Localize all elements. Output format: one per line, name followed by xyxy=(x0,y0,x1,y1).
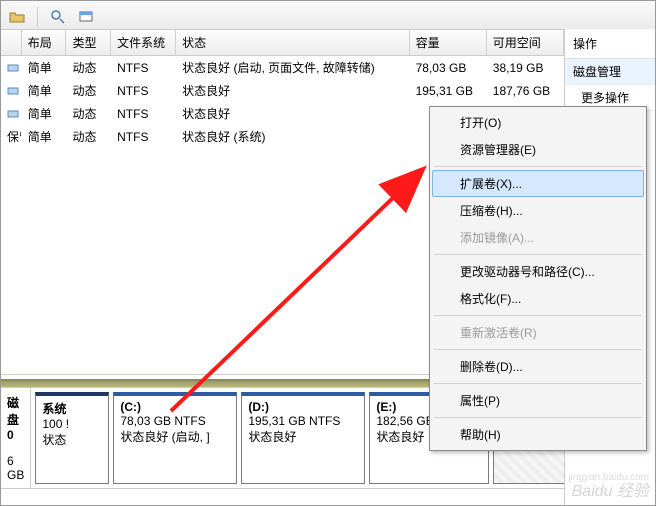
open-folder-icon[interactable] xyxy=(7,7,27,27)
menu-reactivate: 重新激活卷(R) xyxy=(432,319,644,346)
col-cap[interactable]: 容量 xyxy=(409,30,486,56)
table-row[interactable]: ) 简单动态NTFS状态良好195,31 GB187,76 GB xyxy=(1,79,564,102)
disk-title: 磁盘 0 xyxy=(7,394,24,442)
col-free[interactable]: 可用空间 xyxy=(486,30,563,56)
table-row[interactable]: ) 简单动态NTFS状态良好 (启动, 页面文件, 故障转储)78,03 GB3… xyxy=(1,56,564,80)
col-type[interactable]: 类型 xyxy=(66,30,111,56)
col-fs[interactable]: 文件系统 xyxy=(111,30,176,56)
disk-info[interactable]: 磁盘 0 6 GB xyxy=(1,388,31,488)
col-status[interactable]: 状态 xyxy=(176,30,410,56)
volume-context-menu: 打开(O) 资源管理器(E) 扩展卷(X)... 压缩卷(H)... 添加镜像(… xyxy=(429,106,647,451)
menu-shrink-volume[interactable]: 压缩卷(H)... xyxy=(432,197,644,224)
partition-system[interactable]: 系统 100 ! 状态 xyxy=(35,392,109,484)
menu-explorer[interactable]: 资源管理器(E) xyxy=(432,136,644,163)
col-blank[interactable] xyxy=(1,30,21,56)
volume-icon xyxy=(7,62,19,74)
console-icon[interactable] xyxy=(76,7,96,27)
menu-change-letter[interactable]: 更改驱动器号和路径(C)... xyxy=(432,258,644,285)
menu-properties[interactable]: 属性(P) xyxy=(432,387,644,414)
menu-open[interactable]: 打开(O) xyxy=(432,109,644,136)
actions-header: 操作 xyxy=(565,29,655,59)
partition-c[interactable]: (C:) 78,03 GB NTFS 状态良好 (启动, ] xyxy=(113,392,237,484)
menu-delete-volume[interactable]: 删除卷(D)... xyxy=(432,353,644,380)
menu-format[interactable]: 格式化(F)... xyxy=(432,285,644,312)
disk-management-window: 布局 类型 文件系统 状态 容量 可用空间 ) 简单动态NTFS状态良好 (启动… xyxy=(0,0,656,506)
partition-d[interactable]: (D:) 195,31 GB NTFS 状态良好 xyxy=(241,392,365,484)
menu-add-mirror: 添加镜像(A)... xyxy=(432,224,644,251)
volume-icon xyxy=(7,85,19,97)
actions-item-diskmgmt[interactable]: 磁盘管理 xyxy=(565,59,655,85)
col-layout[interactable]: 布局 xyxy=(21,30,66,56)
toolbar-sep xyxy=(37,7,38,27)
table-header-row: 布局 类型 文件系统 状态 容量 可用空间 xyxy=(1,30,564,56)
disk-sub: 6 GB xyxy=(7,454,24,482)
menu-help[interactable]: 帮助(H) xyxy=(432,421,644,448)
search-icon[interactable] xyxy=(48,7,68,27)
menu-extend-volume[interactable]: 扩展卷(X)... xyxy=(432,170,644,197)
volume-icon xyxy=(7,108,19,120)
